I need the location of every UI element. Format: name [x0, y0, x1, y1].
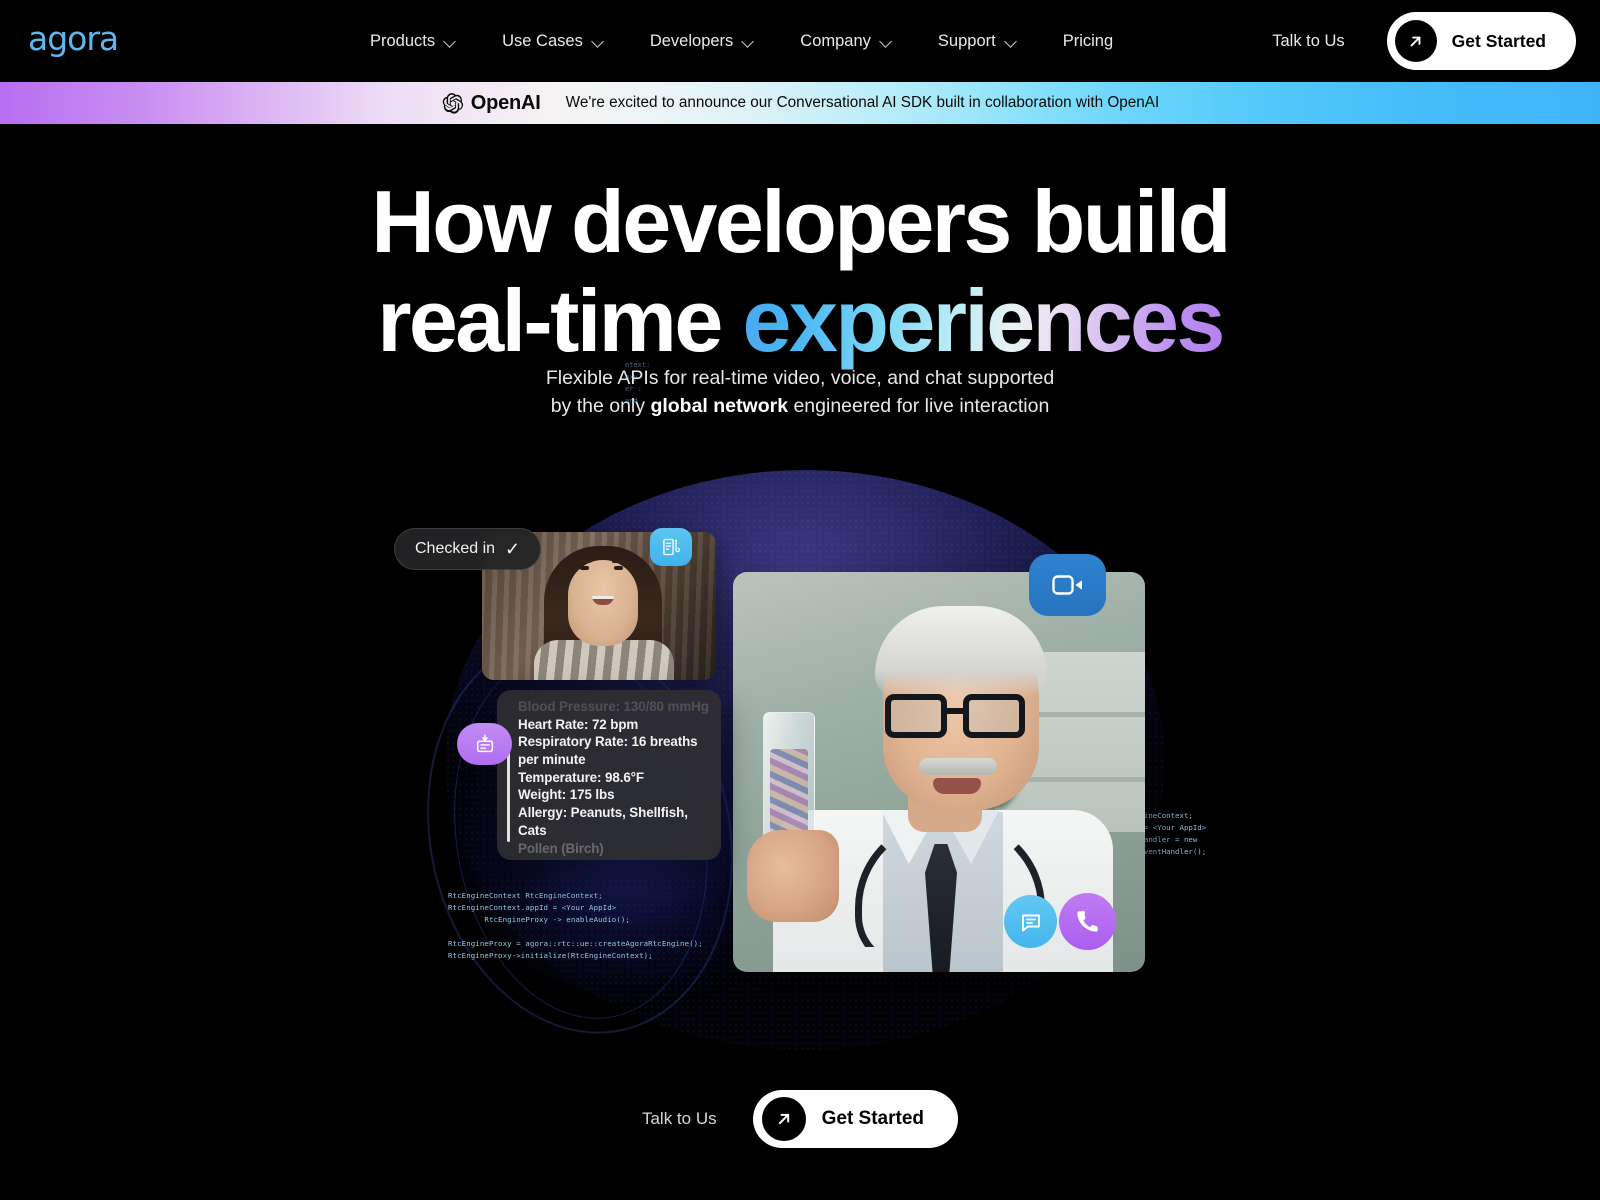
- hero-subheading: Flexible APIs for real-time video, voice…: [0, 365, 1600, 420]
- nav-links: Products Use Cases Developers Company Su…: [370, 0, 1113, 82]
- headline-line-2-plain: real-time: [377, 271, 743, 370]
- nav-item-company[interactable]: Company: [800, 32, 893, 51]
- chat-bubble-icon: [1021, 914, 1040, 931]
- checked-in-badge: Checked in ✓: [394, 528, 542, 570]
- chevron-down-icon: [444, 37, 457, 45]
- announcement-message: We're excited to announce our Conversati…: [565, 94, 1160, 111]
- doctor-mouth: [933, 778, 981, 794]
- code-overlay-left: RtcEngineContext RtcEngineContext; RtcEn…: [448, 891, 703, 960]
- vitals-card: Blood Pressure: 130/80 mmHg Heart Rate: …: [497, 690, 721, 860]
- patient-brow-left: [578, 560, 591, 563]
- nav-item-use-cases[interactable]: Use Cases: [502, 32, 605, 51]
- nav-item-support[interactable]: Support: [938, 32, 1018, 51]
- video-camera-icon: [1051, 575, 1082, 595]
- patient-eye-right: [614, 566, 623, 570]
- bottom-get-started-label: Get Started: [821, 1108, 925, 1129]
- nav-item-developers[interactable]: Developers: [650, 32, 755, 51]
- checked-in-label: Checked in: [415, 540, 496, 557]
- nav-label-use-cases: Use Cases: [502, 31, 583, 50]
- vitals-line-allergy: Allergy: Peanuts, Shellfish,: [518, 805, 688, 821]
- video-call-button[interactable]: [1029, 554, 1106, 616]
- hero-page: agora Products Use Cases Developers Comp…: [0, 0, 1600, 1200]
- headline-line-1: How developers build: [371, 172, 1231, 271]
- code-overlay-top: ntext: oxy er : and_: [625, 361, 651, 405]
- nav-talk-to-us-link[interactable]: Talk to Us: [1272, 32, 1344, 51]
- announcement-banner-content: OpenAI We're excited to announce our Con…: [441, 92, 1160, 115]
- main-navigation: agora Products Use Cases Developers Comp…: [0, 0, 1600, 82]
- nav-item-products[interactable]: Products: [370, 32, 457, 51]
- subheading-bold: global network: [650, 394, 789, 417]
- nav-label-developers: Developers: [649, 31, 734, 50]
- pill-bottle: [763, 712, 815, 847]
- nav-get-started-label: Get Started: [1451, 30, 1546, 51]
- card-icon: [476, 734, 493, 753]
- nav-actions: Talk to Us Get Started: [1272, 0, 1576, 82]
- bottom-get-started-button[interactable]: Get Started: [752, 1090, 959, 1148]
- chevron-down-icon: [742, 37, 755, 45]
- headline-gradient-word: experiences: [742, 271, 1226, 370]
- nav-label-pricing: Pricing: [1062, 31, 1114, 50]
- openai-glyph-icon: [442, 92, 463, 114]
- openai-logo: OpenAI: [441, 92, 541, 115]
- nav-label-company: Company: [800, 31, 871, 50]
- code-overlay-right: ngineContext; d = <Your AppId> tHandler …: [1135, 811, 1207, 856]
- vitals-content: Blood Pressure: 130/80 mmHg Heart Rate: …: [518, 698, 711, 857]
- chevron-down-icon: [880, 37, 893, 45]
- patient-torso: [534, 640, 674, 680]
- announcement-banner[interactable]: OpenAI We're excited to announce our Con…: [0, 82, 1600, 124]
- glasses-lens-right: [963, 694, 1025, 738]
- subheading-line-2: by the only global network engineered fo…: [0, 393, 1600, 421]
- doctor-mustache: [919, 758, 997, 775]
- prescription-icon-badge[interactable]: [650, 528, 692, 566]
- check-icon: ✓: [505, 539, 521, 559]
- arrow-up-right-icon: [761, 1097, 806, 1141]
- headline-line-2: real-time experiences: [0, 277, 1600, 365]
- vitals-line-blood-pressure: Blood Pressure: 130/80 mmHg: [518, 699, 709, 714]
- chat-button[interactable]: [1004, 895, 1057, 948]
- hero-headline: How developers build real-time experienc…: [0, 178, 1600, 365]
- vitals-line-respiratory-cont: per minute: [518, 752, 586, 768]
- agora-logo[interactable]: agora: [28, 19, 119, 58]
- bottom-cta-group: Talk to Us Get Started: [0, 1090, 1600, 1148]
- doctor-glasses: [885, 694, 1037, 740]
- patient-eye-left: [580, 566, 589, 570]
- doctor-hand: [747, 830, 839, 922]
- hero-visual: ntext: oxy er : and_ Checked in ✓ Blood …: [391, 361, 1206, 1070]
- pills: [770, 749, 808, 840]
- chevron-down-icon: [592, 37, 605, 45]
- prescription-icon: [663, 538, 680, 556]
- doctor-hair: [875, 606, 1047, 698]
- glasses-bridge: [947, 708, 965, 714]
- nav-item-pricing[interactable]: Pricing: [1063, 32, 1113, 51]
- vitals-line-temperature: Temperature: 98.6°F: [518, 769, 644, 785]
- nav-label-support: Support: [937, 31, 996, 50]
- vitals-line-heart-rate: Heart Rate: 72 bpm: [518, 716, 639, 732]
- phone-icon: [1077, 910, 1098, 932]
- subheading-post: engineered for live interaction: [788, 394, 1050, 417]
- vitals-line-allergy-cont: Cats: [518, 822, 547, 838]
- card-icon-badge[interactable]: [457, 723, 512, 765]
- nav-get-started-button[interactable]: Get Started: [1386, 12, 1576, 70]
- patient-brow-right: [612, 560, 625, 563]
- vitals-line-pollen: Pollen (Birch): [518, 840, 604, 856]
- vitals-line-weight: Weight: 175 lbs: [518, 787, 615, 803]
- arrow-up-right-icon: [1394, 20, 1437, 62]
- bottom-talk-to-us-link[interactable]: Talk to Us: [642, 1109, 717, 1129]
- subheading-line-1: Flexible APIs for real-time video, voice…: [545, 367, 1055, 389]
- nav-label-products: Products: [370, 31, 436, 50]
- phone-call-button[interactable]: [1059, 893, 1116, 950]
- openai-brand-label: OpenAI: [470, 91, 541, 114]
- glasses-lens-left: [885, 694, 947, 738]
- vitals-line-respiratory-rate: Respiratory Rate: 16 breaths: [518, 734, 698, 750]
- chevron-down-icon: [1005, 37, 1018, 45]
